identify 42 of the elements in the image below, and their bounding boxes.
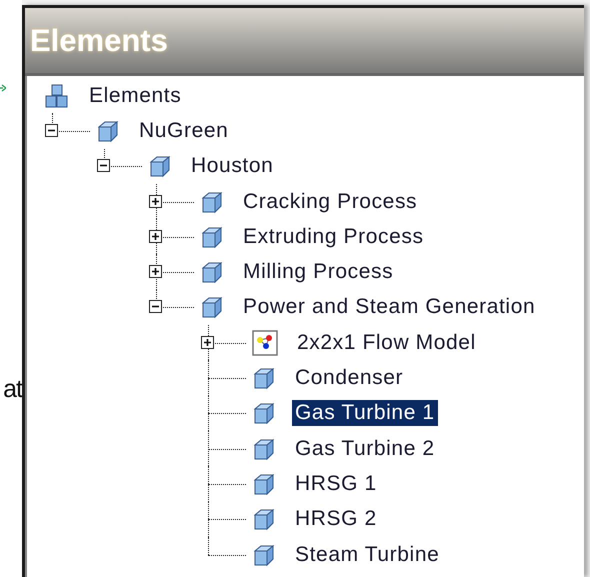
cube-icon	[96, 118, 120, 143]
tree-item[interactable]: Elements	[86, 82, 184, 109]
tree-item[interactable]: Power and Steam Generation	[240, 294, 538, 320]
plus-icon	[150, 266, 161, 278]
tree-item[interactable]: Steam Turbine	[292, 542, 442, 568]
tree-item[interactable]: Houston	[188, 153, 276, 180]
tree-item[interactable]: 2x2x1 Flow Model	[294, 330, 479, 356]
flow-model-icon	[252, 330, 278, 356]
collapse-toggle[interactable]	[149, 300, 162, 314]
expand-toggle[interactable]	[149, 265, 162, 278]
tree-item[interactable]: HRSG 1	[292, 470, 380, 497]
plus-icon	[150, 230, 161, 242]
tree-item[interactable]: Gas Turbine 2	[292, 436, 438, 462]
arrow-icon	[0, 84, 6, 92]
tree-item[interactable]: Condenser	[292, 365, 406, 392]
cube-icon	[252, 507, 276, 532]
cube-icon	[200, 190, 224, 214]
panel-title: Elements	[30, 22, 168, 58]
cube-icon	[148, 154, 172, 178]
tree-item[interactable]: Milling Process	[240, 259, 396, 286]
tree-item[interactable]: Gas Turbine 1	[292, 400, 438, 426]
cube-icon	[252, 542, 276, 566]
tree-item[interactable]: NuGreen	[136, 118, 232, 144]
plus-icon	[150, 196, 161, 207]
cube-icon	[252, 401, 276, 426]
tree-item[interactable]: HRSG 2	[292, 506, 380, 532]
cube-icon	[200, 295, 224, 320]
cube-icon	[200, 224, 224, 249]
cube-icon	[200, 260, 224, 284]
expand-toggle[interactable]	[201, 336, 214, 349]
expand-toggle[interactable]	[149, 230, 162, 243]
collapse-toggle[interactable]	[97, 159, 110, 172]
tree-item[interactable]: Cracking Process	[240, 188, 420, 215]
tree-item[interactable]: Extruding Process	[240, 224, 427, 250]
background-text: at	[3, 374, 22, 405]
expand-toggle[interactable]	[149, 194, 162, 208]
cube-icon	[252, 366, 276, 390]
stacked-cubes-icon	[44, 82, 70, 109]
cube-icon	[252, 472, 276, 496]
plus-icon	[202, 336, 213, 348]
collapse-toggle[interactable]	[45, 124, 58, 137]
cube-icon	[252, 436, 276, 461]
